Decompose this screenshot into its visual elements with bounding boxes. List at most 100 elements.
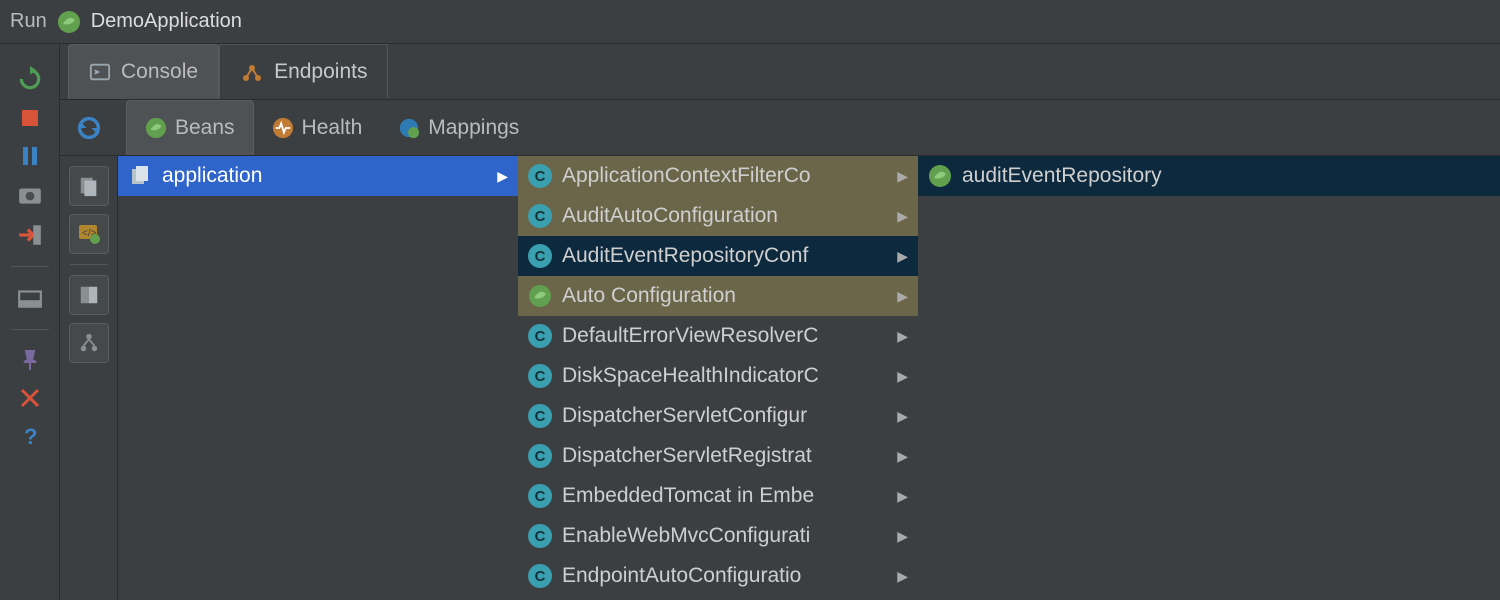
list-item-label: application bbox=[162, 164, 487, 188]
show-live-beans-button[interactable] bbox=[69, 214, 109, 254]
code-leaf-icon bbox=[77, 222, 101, 246]
list-item-label: DefaultErrorViewResolverC bbox=[562, 324, 887, 348]
run-label: Run bbox=[10, 10, 47, 33]
list-item[interactable]: C DiskSpaceHealthIndicatorC ▶ bbox=[518, 356, 918, 396]
pause-icon[interactable] bbox=[18, 144, 42, 168]
list-item[interactable]: application ▶ bbox=[118, 156, 518, 196]
list-item[interactable]: C ApplicationContextFilterCo ▶ bbox=[518, 156, 918, 196]
globe-icon bbox=[398, 117, 420, 139]
subtab-mappings[interactable]: Mappings bbox=[380, 100, 537, 155]
subtab-health-label: Health bbox=[302, 116, 363, 140]
show-library-beans-button[interactable] bbox=[69, 166, 109, 206]
chevron-right-icon: ▶ bbox=[897, 408, 908, 425]
subtab-beans-label: Beans bbox=[175, 116, 235, 140]
class-icon: C bbox=[528, 564, 552, 588]
diagram-mode-button[interactable] bbox=[69, 323, 109, 363]
endpoint-subtabs: Beans Health Mappings bbox=[118, 100, 537, 155]
list-item[interactable]: C DispatcherServletRegistrat ▶ bbox=[518, 436, 918, 476]
list-item[interactable]: C EmbeddedTomcat in Embe ▶ bbox=[518, 476, 918, 516]
toolbar-separator bbox=[11, 329, 49, 330]
class-icon: C bbox=[528, 524, 552, 548]
list-item[interactable]: auditEventRepository bbox=[918, 156, 1500, 196]
chevron-right-icon: ▶ bbox=[897, 248, 908, 265]
leaf-icon bbox=[145, 117, 167, 139]
terminal-icon bbox=[89, 61, 111, 83]
docs-icon bbox=[78, 175, 100, 197]
class-icon: C bbox=[528, 444, 552, 468]
subtab-beans[interactable]: Beans bbox=[126, 100, 254, 155]
class-icon: C bbox=[528, 324, 552, 348]
rerun-icon[interactable] bbox=[17, 66, 43, 92]
chevron-right-icon: ▶ bbox=[497, 168, 508, 185]
pin-icon[interactable] bbox=[18, 348, 42, 372]
class-icon: C bbox=[528, 404, 552, 428]
class-icon: C bbox=[528, 164, 552, 188]
list-item[interactable]: C AuditEventRepositoryConf ▶ bbox=[518, 236, 918, 276]
app-name: DemoApplication bbox=[91, 10, 242, 33]
toolbar-separator bbox=[70, 264, 108, 265]
stop-icon[interactable] bbox=[18, 106, 42, 130]
chevron-right-icon: ▶ bbox=[897, 288, 908, 305]
close-icon[interactable] bbox=[18, 386, 42, 410]
toolbar-separator bbox=[11, 266, 49, 267]
tab-endpoints[interactable]: Endpoints bbox=[219, 44, 388, 99]
tab-endpoints-label: Endpoints bbox=[274, 60, 367, 84]
pages-icon bbox=[128, 164, 152, 188]
mini-toolbar bbox=[60, 100, 118, 155]
list-item[interactable]: C AuditAutoConfiguration ▶ bbox=[518, 196, 918, 236]
tab-console-label: Console bbox=[121, 60, 198, 84]
list-item[interactable]: C EndpointAutoConfiguratio ▶ bbox=[518, 556, 918, 596]
bean-list: auditEventRepository bbox=[918, 156, 1500, 600]
list-item-label: DispatcherServletRegistrat bbox=[562, 444, 887, 468]
class-icon: C bbox=[528, 244, 552, 268]
list-item-label: auditEventRepository bbox=[962, 164, 1490, 188]
list-item-label: DispatcherServletConfigur bbox=[562, 404, 887, 428]
chevron-right-icon: ▶ bbox=[897, 488, 908, 505]
refresh-button[interactable] bbox=[69, 108, 109, 148]
chevron-right-icon: ▶ bbox=[897, 528, 908, 545]
list-item-label: DiskSpaceHealthIndicatorC bbox=[562, 364, 887, 388]
chevron-right-icon: ▶ bbox=[897, 568, 908, 585]
list-item[interactable]: Auto Configuration ▶ bbox=[518, 276, 918, 316]
diff-icon bbox=[78, 284, 100, 306]
view-toolbar bbox=[60, 156, 118, 600]
chevron-right-icon: ▶ bbox=[897, 328, 908, 345]
tree-icon bbox=[78, 332, 100, 354]
heartbeat-icon bbox=[272, 117, 294, 139]
class-icon: C bbox=[528, 204, 552, 228]
class-icon: C bbox=[528, 364, 552, 388]
help-icon[interactable] bbox=[18, 424, 42, 448]
list-item[interactable]: C DispatcherServletConfigur ▶ bbox=[518, 396, 918, 436]
chevron-right-icon: ▶ bbox=[897, 208, 908, 225]
class-icon: C bbox=[528, 484, 552, 508]
exit-icon[interactable] bbox=[17, 222, 43, 248]
tool-tabs: Console Endpoints bbox=[60, 44, 1500, 100]
list-item-label: EmbeddedTomcat in Embe bbox=[562, 484, 887, 508]
run-toolbar bbox=[0, 44, 60, 600]
list-item-label: Auto Configuration bbox=[562, 284, 887, 308]
list-item-label: AuditEventRepositoryConf bbox=[562, 244, 887, 268]
list-item[interactable]: C DefaultErrorViewResolverC ▶ bbox=[518, 316, 918, 356]
config-list: C ApplicationContextFilterCo ▶ C AuditAutoCo… bbox=[518, 156, 918, 600]
chevron-right-icon: ▶ bbox=[897, 448, 908, 465]
refresh-icon bbox=[75, 114, 103, 142]
list-item-label: EnableWebMvcConfigurati bbox=[562, 524, 887, 548]
diff-button[interactable] bbox=[69, 275, 109, 315]
context-list: application ▶ bbox=[118, 156, 518, 600]
breadcrumb: Run DemoApplication bbox=[0, 0, 1500, 44]
spring-icon bbox=[528, 284, 552, 308]
subtab-mappings-label: Mappings bbox=[428, 116, 519, 140]
layout-icon[interactable] bbox=[17, 285, 43, 311]
dump-threads-icon[interactable] bbox=[17, 182, 43, 208]
chevron-right-icon: ▶ bbox=[897, 168, 908, 185]
list-item-label: EndpointAutoConfiguratio bbox=[562, 564, 887, 588]
spring-icon bbox=[57, 10, 81, 34]
list-item-label: AuditAutoConfiguration bbox=[562, 204, 887, 228]
list-item-label: ApplicationContextFilterCo bbox=[562, 164, 887, 188]
list-item[interactable]: C EnableWebMvcConfigurati ▶ bbox=[518, 516, 918, 556]
graph-icon bbox=[240, 60, 264, 84]
chevron-right-icon: ▶ bbox=[897, 368, 908, 385]
tab-console[interactable]: Console bbox=[68, 44, 219, 99]
subtab-health[interactable]: Health bbox=[254, 100, 381, 155]
spring-icon bbox=[928, 164, 952, 188]
